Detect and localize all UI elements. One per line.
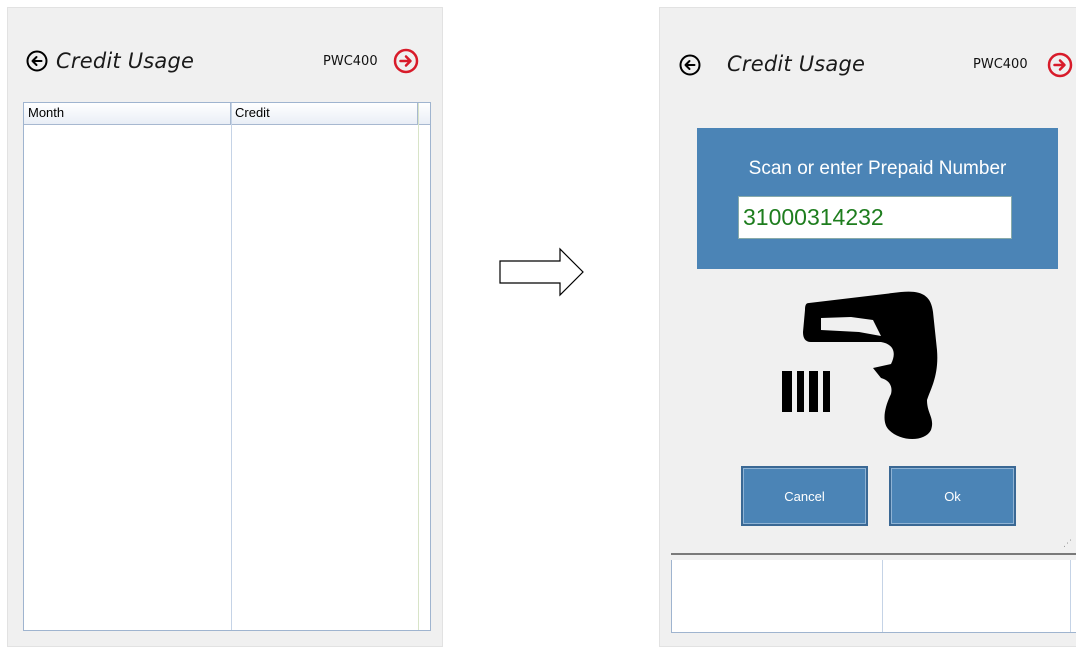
- column-header-month[interactable]: Month: [24, 103, 231, 124]
- device-code: PWC400: [973, 57, 1028, 72]
- page-title: Credit Usage: [727, 52, 866, 76]
- credit-usage-table[interactable]: [671, 560, 1076, 633]
- resize-grip-icon[interactable]: ⋰: [1063, 539, 1072, 549]
- forward-arrow-icon[interactable]: [393, 48, 419, 74]
- column-header-credit[interactable]: Credit: [231, 103, 418, 124]
- barcode-scanner-icon: [782, 291, 938, 439]
- credit-usage-table[interactable]: Month Credit: [23, 102, 431, 631]
- credit-usage-screen-before: Credit Usage PWC400 Month Credit: [7, 7, 443, 647]
- ok-button[interactable]: Ok: [889, 466, 1016, 526]
- prepaid-number-input[interactable]: [738, 196, 1012, 239]
- page-title: Credit Usage: [56, 49, 195, 73]
- column-divider: [418, 103, 419, 630]
- column-divider: [882, 560, 883, 632]
- prepaid-scan-dialog: Scan or enter Prepaid Number Cancel Ok ⋰: [671, 110, 1076, 555]
- scan-prompt-label: Scan or enter Prepaid Number: [748, 158, 1007, 179]
- scan-panel: Scan or enter Prepaid Number: [697, 128, 1058, 269]
- credit-usage-screen-after: Credit Usage PWC400 Scan or enter Prepai…: [659, 7, 1076, 647]
- back-arrow-icon[interactable]: [26, 50, 48, 72]
- cancel-button[interactable]: Cancel: [741, 466, 868, 526]
- forward-arrow-icon[interactable]: [1047, 52, 1073, 78]
- back-arrow-icon[interactable]: [679, 54, 701, 76]
- column-divider: [231, 103, 232, 630]
- screen-header: Credit Usage PWC400: [660, 8, 1076, 103]
- screen-header: Credit Usage PWC400: [8, 8, 442, 103]
- right-arrow-icon: [499, 247, 584, 297]
- column-divider: [1070, 560, 1071, 632]
- table-header-row: Month Credit: [24, 103, 430, 125]
- device-code: PWC400: [323, 54, 378, 69]
